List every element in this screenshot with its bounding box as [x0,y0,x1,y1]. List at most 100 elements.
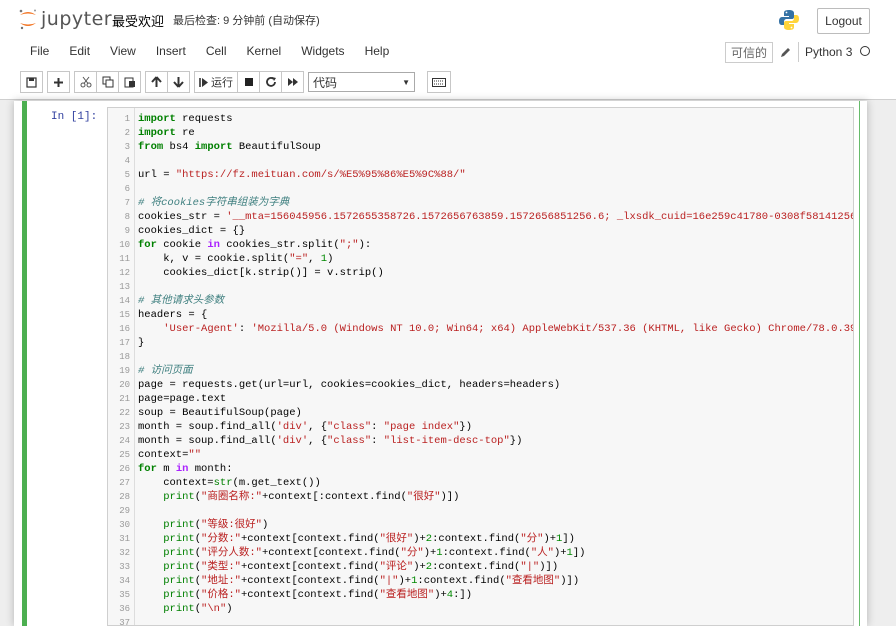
code-token: "=" [289,253,309,265]
paste-button[interactable] [118,71,141,93]
line-number: 14 [119,296,130,306]
pencil-icon[interactable] [780,45,792,57]
line-number: 2 [124,128,130,138]
code-line[interactable] [138,154,853,168]
code-line[interactable]: soup = BeautifulSoup(page) [138,406,853,420]
code-line[interactable]: print("商圈名称:"+context[:context.find("很好"… [138,490,853,504]
code-line[interactable]: print("等级:很好") [138,518,853,532]
code-token: from [138,141,164,153]
notebook-title[interactable]: 最受欢迎 [112,11,164,30]
code-token: month = soup.find_all( [138,421,277,433]
code-token: +context[context.find( [261,547,401,559]
command-palette-button[interactable] [427,71,451,93]
code-line[interactable]: print("地址:"+context[context.find("|")+1:… [138,574,853,588]
logout-button[interactable]: Logout [817,8,870,34]
move-down-button[interactable] [167,71,190,93]
menu-cell[interactable]: Cell [196,44,237,58]
code-line[interactable]: k, v = cookie.split("=", 1) [138,252,853,266]
code-line[interactable]: # 将cookies字符串组装为字典 [138,196,853,210]
line-number: 37 [119,618,130,626]
code-line[interactable]: # 其他请求头参数 [138,294,853,308]
code-text[interactable]: import requests import re from bs4 import … [138,112,853,625]
code-line[interactable]: url = "https://fz.meituan.com/s/%E5%95%8… [138,168,853,182]
menu-edit[interactable]: Edit [59,44,100,58]
code-line[interactable]: cookies_str = '__mta=156045956.157265535… [138,210,853,224]
code-token: print [163,547,195,559]
step-forward-icon [199,77,208,87]
menu-file[interactable]: File [20,44,59,58]
kernel-name[interactable]: Python 3 [805,45,852,59]
restart-run-all-button[interactable] [281,71,304,93]
code-line[interactable]: month = soup.find_all('div', {"class": "… [138,434,853,448]
code-line[interactable]: cookies_dict = {} [138,224,853,238]
code-line[interactable]: print("价格:"+context[context.find("查看地图")… [138,588,853,602]
code-line[interactable]: } [138,336,853,350]
save-icon [26,76,37,88]
code-token: print [163,519,195,531]
code-token: # 其他请求头参数 [138,295,225,307]
code-line[interactable]: import requests [138,112,853,126]
code-line[interactable]: context=str(m.get_text()) [138,476,853,490]
code-token: page = requests.get(url=url, cookies=coo… [138,379,561,391]
code-editor[interactable]: 1 2 3 4 5 6 7 8 9 10 11 12 13 14 15 16 17 18 19 20 21 22 23 24 2… [107,107,854,626]
code-token: :context.find( [432,533,521,545]
restart-button[interactable] [259,71,282,93]
code-line[interactable]: print("分数:"+context[context.find("很好")+2… [138,532,853,546]
code-line[interactable]: print("\n") [138,602,853,616]
insert-cell-button[interactable] [47,71,70,93]
code-line[interactable] [138,350,853,364]
copy-button[interactable] [96,71,119,93]
move-up-button[interactable] [145,71,168,93]
code-line[interactable] [138,280,853,294]
line-number: 35 [119,590,130,600]
code-line[interactable] [138,504,853,518]
menu-kernel[interactable]: Kernel [237,44,292,58]
code-line[interactable]: headers = { [138,308,853,322]
code-line[interactable]: cookies_dict[k.strip()] = v.strip() [138,266,853,280]
code-token: re [175,127,195,139]
line-number: 7 [124,198,130,208]
code-token: "class" [327,421,372,433]
code-token: for [138,239,157,251]
cut-button[interactable] [74,71,97,93]
code-line[interactable]: import re [138,126,853,140]
code-cell[interactable]: In [1]: 1 2 3 4 5 6 7 8 9 10 11 12 13 14 15 16 17 18 19 20 2… [22,101,860,626]
code-line[interactable]: for m in month: [138,462,853,476]
cell-type-select[interactable]: 代码 ▼ [308,72,415,92]
code-line[interactable]: month = soup.find_all('div', {"class": "… [138,420,853,434]
code-line[interactable]: print("评分人数:"+context[context.find("分")+… [138,546,853,560]
trusted-badge[interactable]: 可信的 [725,42,774,63]
jupyter-logo[interactable]: jupyter [18,6,112,32]
code-token: requests [175,113,233,125]
code-line[interactable]: 'User-Agent': 'Mozilla/5.0 (Windows NT 1… [138,322,853,336]
run-button[interactable]: 运行 [194,71,238,93]
save-button[interactable] [20,71,43,93]
code-token: "商圈名称:" [201,491,262,503]
code-token: : [371,435,384,447]
line-number: 4 [124,156,130,166]
code-line[interactable] [138,616,853,625]
code-token: , [308,253,321,265]
code-line[interactable]: page = requests.get(url=url, cookies=coo… [138,378,853,392]
fast-forward-icon [287,78,298,86]
menu-insert[interactable]: Insert [146,44,196,58]
code-line[interactable]: print("类型:"+context[context.find("评论")+2… [138,560,853,574]
interrupt-button[interactable] [237,71,260,93]
code-line[interactable] [138,182,853,196]
code-line[interactable]: # 访问页面 [138,364,853,378]
menu-widgets[interactable]: Widgets [291,44,354,58]
code-token: 'div' [276,421,309,433]
code-token: )]) [539,561,559,573]
code-token: "很好" [379,533,414,545]
code-line[interactable]: for cookie in cookies_str.split(";"): [138,238,853,252]
code-line[interactable]: from bs4 import BeautifulSoup [138,140,853,154]
menu-help[interactable]: Help [355,44,400,58]
menu-view[interactable]: View [100,44,146,58]
code-line[interactable]: page=page.text [138,392,853,406]
code-line[interactable]: context="" [138,448,853,462]
code-token: ";" [339,239,359,251]
code-token: print [163,603,195,615]
line-number: 10 [119,240,130,250]
